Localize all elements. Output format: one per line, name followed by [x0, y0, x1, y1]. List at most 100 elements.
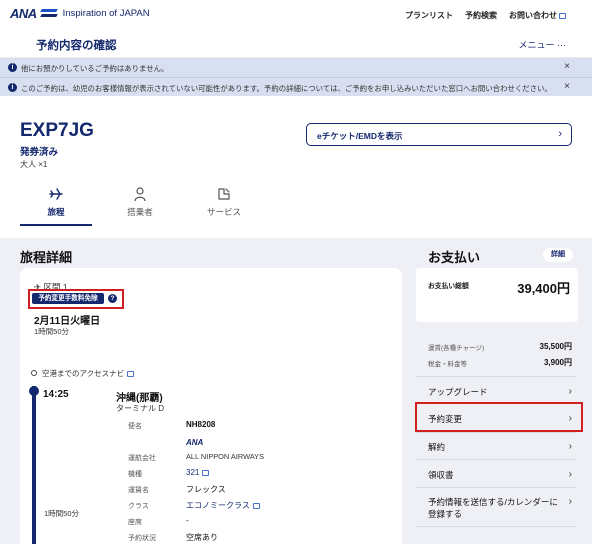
- help-icon[interactable]: ?: [108, 294, 117, 303]
- receipt-link[interactable]: 領収書 ›: [428, 469, 576, 481]
- action-label: 予約変更: [428, 414, 463, 424]
- external-link-icon: [559, 13, 566, 19]
- tab-itinerary[interactable]: 旅程: [20, 186, 92, 226]
- cabin-class: エコノミークラス: [186, 501, 250, 510]
- leg-duration: 1時間50分: [44, 509, 80, 518]
- aircraft-type: 321: [186, 468, 200, 477]
- flight-duration: 1時間50分: [34, 327, 70, 336]
- tab-passengers[interactable]: 搭乗者: [104, 186, 176, 222]
- breakdown-value-tax: 3,900円: [543, 358, 572, 367]
- ana-logo[interactable]: ANA Inspiration of JAPAN: [10, 6, 150, 21]
- chevron-right-icon: ›: [558, 128, 562, 140]
- flight-number: NH8208: [186, 420, 216, 429]
- terminal: ターミナル D: [116, 404, 164, 413]
- chevron-right-icon: ›: [568, 441, 572, 452]
- cancel-reservation-link[interactable]: 解約 ›: [428, 441, 576, 453]
- upgrade-link[interactable]: アップグレード ›: [428, 386, 576, 398]
- detail-label-class: クラス: [128, 503, 149, 510]
- access-label: 空港までのアクセスナビ: [42, 369, 125, 378]
- logo-tagline: Inspiration of JAPAN: [62, 8, 150, 19]
- divider: [416, 376, 576, 377]
- nav-reservation-search[interactable]: 予約検索: [465, 10, 497, 21]
- notice-area: i 他にお預かりしているご予約はありません。 × i このご予約は、幼児のお客様…: [0, 58, 592, 96]
- timeline-dot: [31, 370, 37, 376]
- divider: [416, 487, 576, 488]
- seat: -: [186, 516, 189, 525]
- tab-label: 搭乗者: [127, 207, 153, 217]
- airport-access-link[interactable]: 空港までのアクセスナビ: [42, 368, 135, 379]
- detail-label-flight: 便名: [128, 423, 142, 430]
- change-fee-waived-badge: 予約変更手数料免除: [32, 293, 104, 304]
- send-to-calendar-link[interactable]: 予約情報を送信する/カレンダーに登録する ›: [428, 496, 576, 520]
- plane-icon: [49, 188, 63, 200]
- booking-summary: EXP7JG 発券済み 大人 ×1 eチケット/EMDを表示 › 旅程 搭乗者 …: [0, 96, 592, 238]
- action-label: アップグレード: [428, 387, 488, 397]
- nav-contact-label: お問い合わせ: [509, 11, 557, 20]
- departure-city: 沖縄(那覇): [116, 393, 163, 404]
- detail-label-status: 予約状況: [128, 535, 156, 542]
- detail-label-fare: 運賃名: [128, 487, 149, 494]
- logo-text: ANA: [10, 6, 37, 21]
- notice-text: 他にお預かりしているご予約はありません。: [21, 64, 169, 73]
- fare-name: フレックス: [186, 485, 226, 494]
- payment-total-box: お支払い総額 39,400円: [416, 268, 578, 322]
- notice-infant-info: i このご予約は、幼児のお客様情報が表示されていない可能性があります。予約の詳細…: [0, 77, 592, 96]
- close-icon[interactable]: ×: [564, 81, 570, 92]
- page-title: 予約内容の確認: [36, 40, 117, 52]
- top-bar: ANA Inspiration of JAPAN プランリスト 予約検索 お問い…: [0, 0, 592, 28]
- ticket-status: 発券済み: [20, 147, 59, 158]
- notice-text: このご予約は、幼児のお客様情報が表示されていない可能性があります。予約の詳細につ…: [21, 84, 552, 93]
- logo-stripes-icon: [39, 8, 58, 20]
- flight-timeline: [29, 368, 39, 544]
- detail-label-aircraft: 機種: [128, 471, 142, 478]
- main-content: EXP7JG 発券済み 大人 ×1 eチケット/EMDを表示 › 旅程 搭乗者 …: [0, 96, 592, 544]
- chevron-right-icon: ›: [568, 413, 572, 424]
- top-nav: プランリスト 予約検索 お問い合わせ: [405, 10, 566, 21]
- itinerary-card: ✈ 区間 1 予約変更手数料免除 ? 2月11日火曜日 1時間50分 空港までの…: [20, 268, 402, 544]
- breakdown-label-tax: 税金・料金等: [428, 361, 467, 368]
- tab-label: 旅程: [47, 207, 65, 217]
- divider: [416, 432, 576, 433]
- chevron-right-icon: ›: [568, 386, 572, 397]
- action-label: 解約: [428, 442, 446, 452]
- payment-detail-button[interactable]: 詳細: [543, 248, 573, 262]
- eticket-label: eチケット/EMDを表示: [317, 131, 403, 141]
- timeline-knob: [29, 386, 39, 396]
- departure-time: 14:25: [43, 389, 69, 400]
- detail-label-operator: 運航会社: [128, 455, 156, 462]
- timeline-bar: [32, 386, 36, 544]
- divider: [416, 459, 576, 460]
- nav-plan-list[interactable]: プランリスト: [405, 10, 453, 21]
- close-icon[interactable]: ×: [564, 61, 570, 72]
- info-icon: i: [8, 83, 17, 92]
- total-label: お支払い総額: [428, 283, 469, 290]
- action-label: 予約情報を送信する/カレンダーに登録する: [428, 497, 558, 519]
- reservation-status: 空席あり: [186, 533, 218, 542]
- tab-label: サービス: [206, 207, 241, 217]
- breakdown-value-fare: 35,500円: [539, 342, 572, 351]
- external-link-icon: [202, 470, 210, 476]
- operator: ALL NIPPON AIRWAYS: [186, 452, 265, 461]
- itinerary-title: 旅程詳細: [20, 250, 73, 265]
- service-icon: [218, 188, 230, 200]
- nav-contact[interactable]: お問い合わせ: [509, 10, 566, 21]
- eticket-button[interactable]: eチケット/EMDを表示 ›: [306, 123, 572, 146]
- detail-label-seat: 座席: [128, 519, 142, 526]
- aircraft-link[interactable]: 321: [186, 468, 210, 477]
- external-link-icon: [252, 503, 260, 509]
- booking-code: EXP7JG: [20, 120, 94, 141]
- ana-mini-logo: ANA: [186, 438, 204, 447]
- person-icon: [134, 187, 146, 202]
- booking-tabs: 旅程 搭乗者 サービス: [20, 186, 260, 226]
- chevron-right-icon: ›: [568, 496, 572, 507]
- breakdown-label-fare: 運賃(各種チャージ): [428, 345, 485, 352]
- change-reservation-link[interactable]: 予約変更 ›: [428, 413, 576, 425]
- page-header: 予約内容の確認 メニュー ···: [0, 28, 592, 58]
- class-link[interactable]: エコノミークラス: [186, 500, 260, 511]
- payment-title: お支払い: [428, 250, 481, 265]
- divider: [416, 526, 576, 527]
- tab-services[interactable]: サービス: [188, 186, 260, 222]
- external-link-icon: [127, 371, 135, 377]
- flight-date: 2月11日火曜日: [34, 316, 101, 327]
- menu-button[interactable]: メニュー ···: [519, 38, 567, 51]
